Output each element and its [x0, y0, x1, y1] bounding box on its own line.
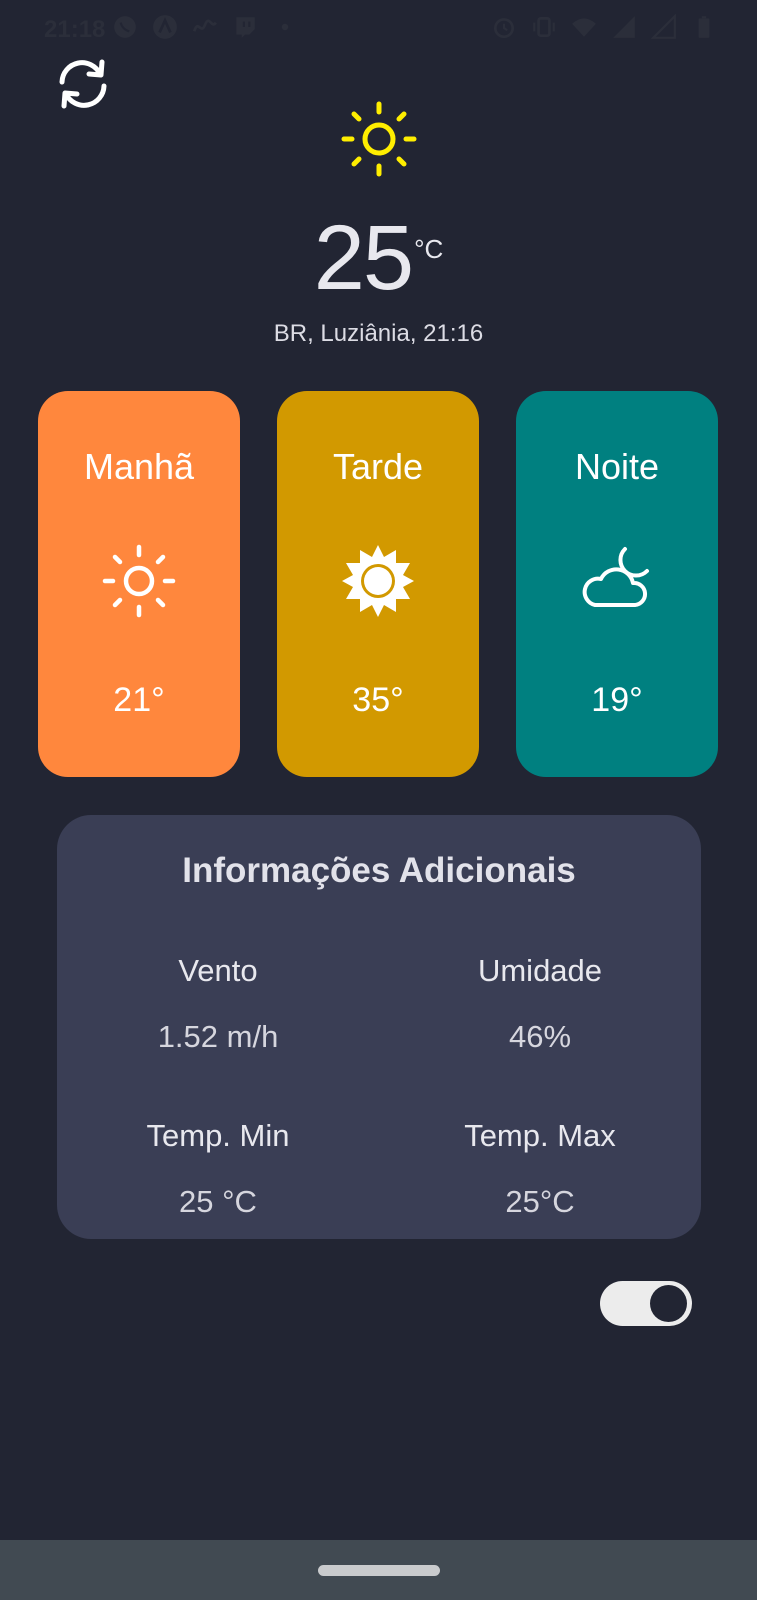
- whatsapp-icon: [114, 16, 136, 38]
- period-card-afternoon: Tarde 35°: [277, 391, 479, 777]
- max-temp-info: Temp. Max 25°C: [379, 1118, 701, 1220]
- period-label: Manhã: [83, 446, 195, 487]
- twitch-icon: [236, 17, 255, 38]
- sun-filled-icon: [342, 545, 414, 617]
- alarm-icon: [493, 18, 515, 39]
- signal-icon: [651, 14, 676, 39]
- status-time: 21:18: [44, 16, 106, 43]
- max-temp-label: Temp. Max: [464, 1118, 616, 1153]
- refresh-button[interactable]: [52, 56, 114, 112]
- cloud-moon-icon: [582, 547, 649, 607]
- home-gesture-handle[interactable]: [318, 1565, 440, 1576]
- navigation-bar: [0, 1540, 757, 1600]
- min-temp-value: 25 °C: [179, 1184, 257, 1219]
- vibrate-icon: [533, 16, 555, 38]
- period-label: Tarde: [332, 446, 424, 487]
- current-temperature: 25°C: [0, 206, 757, 311]
- toggle-knob: [650, 1285, 687, 1322]
- temperature-unit: °C: [414, 234, 444, 264]
- min-temp-label: Temp. Min: [146, 1118, 290, 1153]
- wind-label: Vento: [178, 953, 258, 988]
- status-bar: 21:18: [0, 0, 757, 60]
- battery-icon: [698, 16, 710, 38]
- period-temp: 21°: [113, 681, 165, 719]
- signal-4g-icon: [613, 16, 635, 38]
- dot-icon: [281, 23, 289, 31]
- max-temp-value: 25°C: [505, 1184, 575, 1219]
- sun-icon: [341, 101, 417, 177]
- refresh-icon: [59, 59, 107, 109]
- humidity-value: 46%: [508, 1019, 572, 1054]
- period-temp: 19°: [591, 681, 643, 719]
- period-temp: 35°: [352, 681, 404, 719]
- wifi-icon: [572, 18, 596, 37]
- wind-value: 1.52 m/h: [157, 1019, 279, 1054]
- min-temp-info: Temp. Min 25 °C: [57, 1118, 379, 1220]
- sun-outline-icon: [102, 544, 176, 618]
- location-time: BR, Luziânia, 21:16: [273, 320, 484, 347]
- humidity-info: Umidade 46%: [379, 953, 701, 1055]
- app-icon: [153, 15, 177, 39]
- period-card-night: Noite 19°: [516, 391, 718, 777]
- period-card-morning: Manhã 21°: [38, 391, 240, 777]
- period-label: Noite: [574, 446, 660, 487]
- system-icons: [491, 14, 717, 40]
- humidity-label: Umidade: [477, 953, 603, 988]
- additional-info-card: Informações Adicionais Vento 1.52 m/h Um…: [57, 815, 701, 1239]
- wind-info: Vento 1.52 m/h: [57, 953, 379, 1055]
- temperature-value: 25: [313, 207, 414, 309]
- signature-icon: [192, 19, 217, 32]
- notification-icons: [112, 14, 298, 40]
- theme-toggle[interactable]: [600, 1281, 692, 1326]
- info-title: Informações Adicionais: [182, 851, 576, 890]
